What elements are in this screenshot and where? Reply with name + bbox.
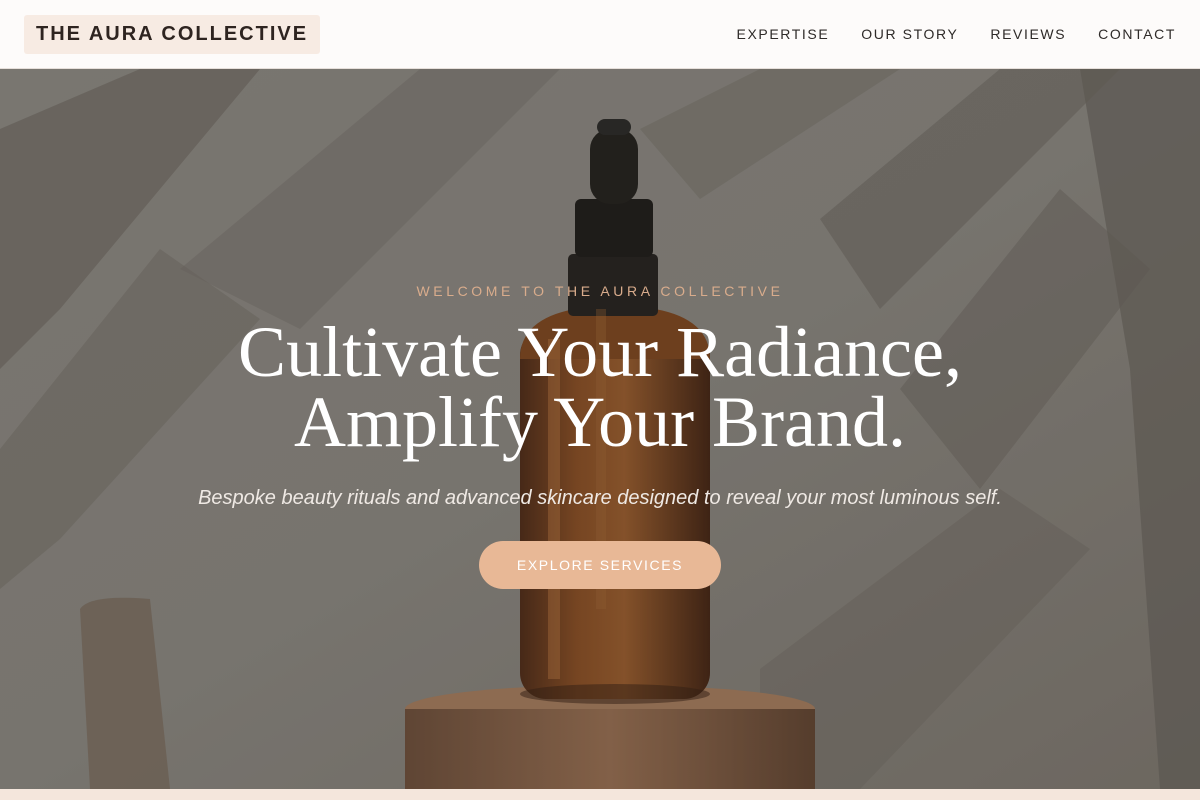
nav-link-our-story[interactable]: OUR STORY: [861, 26, 958, 42]
nav-link-expertise[interactable]: EXPERTISE: [737, 26, 830, 42]
hero-section: WELCOME TO THE AURA COLLECTIVE Cultivate…: [0, 69, 1200, 789]
hero-content: WELCOME TO THE AURA COLLECTIVE Cultivate…: [0, 69, 1200, 789]
explore-services-button[interactable]: EXPLORE SERVICES: [479, 541, 721, 589]
nav-link-reviews[interactable]: REVIEWS: [990, 26, 1066, 42]
main-nav: EXPERTISE OUR STORY REVIEWS CONTACT: [737, 26, 1176, 42]
site-header: THE AURA COLLECTIVE EXPERTISE OUR STORY …: [0, 0, 1200, 69]
hero-headline-line-2: Amplify Your Brand.: [293, 382, 907, 462]
hero-subtitle: Bespoke beauty rituals and advanced skin…: [198, 487, 1002, 509]
hero-headline: Cultivate Your Radiance, Amplify Your Br…: [0, 312, 1200, 462]
site-logo[interactable]: THE AURA COLLECTIVE: [24, 14, 321, 54]
hero-headline-line-1: Cultivate Your Radiance,: [238, 312, 962, 392]
nav-link-contact[interactable]: CONTACT: [1098, 26, 1176, 42]
hero-eyebrow: WELCOME TO THE AURA COLLECTIVE: [416, 283, 784, 299]
next-section-edge: [0, 789, 1200, 800]
